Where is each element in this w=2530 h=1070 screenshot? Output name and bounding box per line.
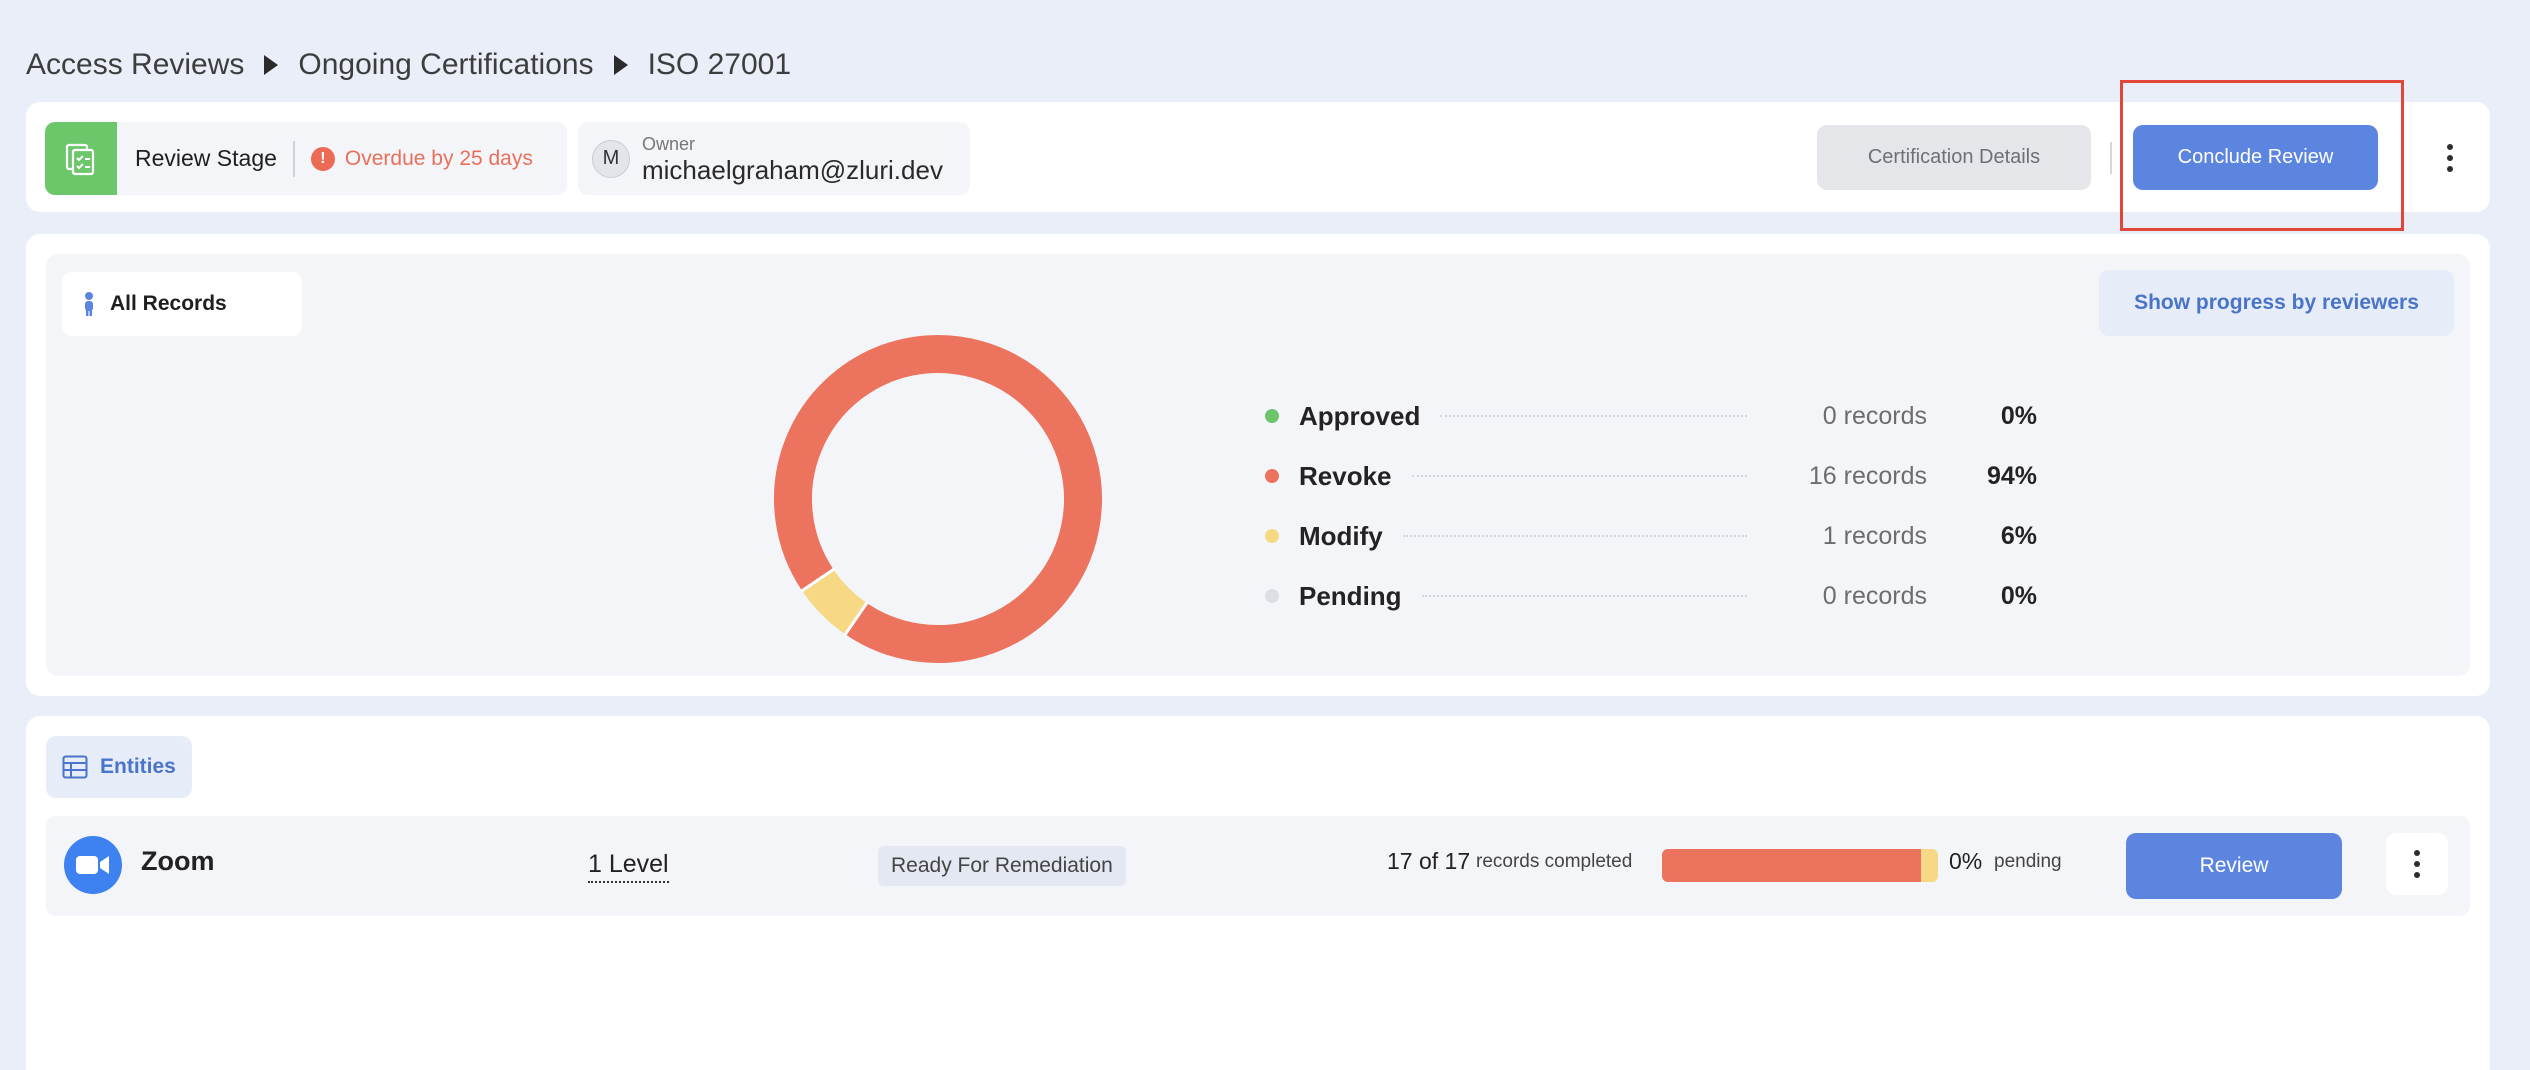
progress-segment-revoke (1662, 849, 1922, 882)
certification-details-button[interactable]: Certification Details (1817, 125, 2091, 190)
zoom-logo-icon (64, 836, 122, 894)
progress-legend: Approved 0 records 0% Revoke 16 records … (1257, 386, 2037, 626)
divider (292, 140, 295, 177)
more-options-icon[interactable] (2402, 844, 2432, 884)
legend-count: 1 records (1822, 521, 1927, 550)
legend-count: 0 records (1822, 581, 1927, 610)
overdue-text: Overdue by 25 days (344, 146, 533, 170)
all-records-filter[interactable]: All Records (62, 272, 302, 336)
legend-count: 16 records (1808, 461, 1927, 490)
legend-dashes (1402, 535, 1747, 537)
tab-entities[interactable]: Entities (46, 736, 192, 798)
donut-segment-modify (802, 569, 868, 635)
pending-label: pending (1994, 851, 2062, 872)
breadcrumb-ongoing-certifications[interactable]: Ongoing Certifications (298, 48, 593, 82)
divider (2110, 142, 2112, 174)
legend-percent: 0% (2000, 581, 2037, 610)
completed-label: records completed (1476, 851, 1633, 872)
legend-percent: 6% (2000, 521, 2037, 550)
breadcrumb-separator-icon (613, 55, 628, 75)
conclude-review-button[interactable]: Conclude Review (2133, 125, 2378, 190)
legend-dot-icon (1265, 469, 1279, 483)
pending-percent: 0% (1949, 848, 1983, 874)
legend-percent: 0% (2000, 401, 2037, 430)
legend-label: Pending (1299, 580, 1402, 611)
table-icon (62, 755, 88, 779)
table-row: Zoom 1 Level Ready For Remediation 17 of… (46, 816, 2470, 916)
legend-dashes (1411, 475, 1747, 477)
legend-dot-icon (1265, 409, 1279, 423)
entities-card: Entities Zoom 1 Level Ready For Remediat… (26, 716, 2490, 1070)
review-stage-icon (45, 122, 117, 195)
person-icon (85, 292, 93, 316)
owner-info: M Owner michaelgraham@zluri.dev (578, 122, 970, 195)
owner-caption: Owner (642, 133, 696, 154)
progress-panel: All Records Show progress by reviewers A… (46, 254, 2470, 676)
progress-donut-chart (773, 334, 1103, 664)
review-level[interactable]: 1 Level (588, 850, 669, 883)
breadcrumb-separator-icon (264, 55, 279, 75)
legend-row-modify: Modify 1 records 6% (1257, 506, 2037, 566)
breadcrumb-access-reviews[interactable]: Access Reviews (26, 48, 244, 82)
review-header: Review Stage ! Overdue by 25 days M Owne… (26, 102, 2490, 212)
legend-label: Revoke (1299, 460, 1392, 491)
show-progress-by-reviewers-button[interactable]: Show progress by reviewers (2099, 270, 2454, 336)
review-stage-group: Review Stage ! Overdue by 25 days (45, 122, 567, 195)
legend-row-pending: Pending 0 records 0% (1257, 566, 2037, 626)
status-badge: Ready For Remediation (878, 846, 1126, 886)
review-stage-label: Review Stage (135, 145, 277, 171)
legend-label: Approved (1299, 400, 1421, 431)
breadcrumb-current: ISO 27001 (647, 48, 791, 81)
row-more-options[interactable] (2386, 833, 2448, 895)
avatar: M (592, 139, 630, 178)
legend-percent: 94% (1986, 461, 2037, 490)
entities-tab-label: Entities (100, 755, 176, 778)
app-name: Zoom (141, 846, 215, 876)
owner-text: Owner michaelgraham@zluri.dev (642, 135, 943, 183)
owner-email: michaelgraham@zluri.dev (642, 154, 943, 185)
legend-dashes (1440, 415, 1747, 417)
page: Access Reviews Ongoing Certifications IS… (0, 0, 2530, 1070)
more-options-icon[interactable] (2435, 138, 2465, 178)
all-records-label: All Records (110, 292, 227, 315)
progress-card: All Records Show progress by reviewers A… (26, 234, 2490, 696)
entity-progress-bar (1662, 849, 1938, 882)
review-button[interactable]: Review (2126, 833, 2342, 899)
alert-icon: ! (310, 146, 335, 171)
legend-dot-icon (1265, 589, 1279, 603)
legend-dot-icon (1265, 529, 1279, 543)
legend-count: 0 records (1822, 401, 1927, 430)
progress-segment-modify (1921, 849, 1938, 882)
overdue-status: ! Overdue by 25 days (310, 146, 533, 171)
legend-label: Modify (1299, 520, 1383, 551)
legend-row-revoke: Revoke 16 records 94% (1257, 446, 2037, 506)
legend-row-approved: Approved 0 records 0% (1257, 386, 2037, 446)
legend-dashes (1421, 595, 1747, 597)
breadcrumb: Access Reviews Ongoing Certifications IS… (26, 42, 791, 88)
donut-svg (774, 335, 1102, 663)
completed-count: 17 of 17 (1387, 848, 1471, 874)
